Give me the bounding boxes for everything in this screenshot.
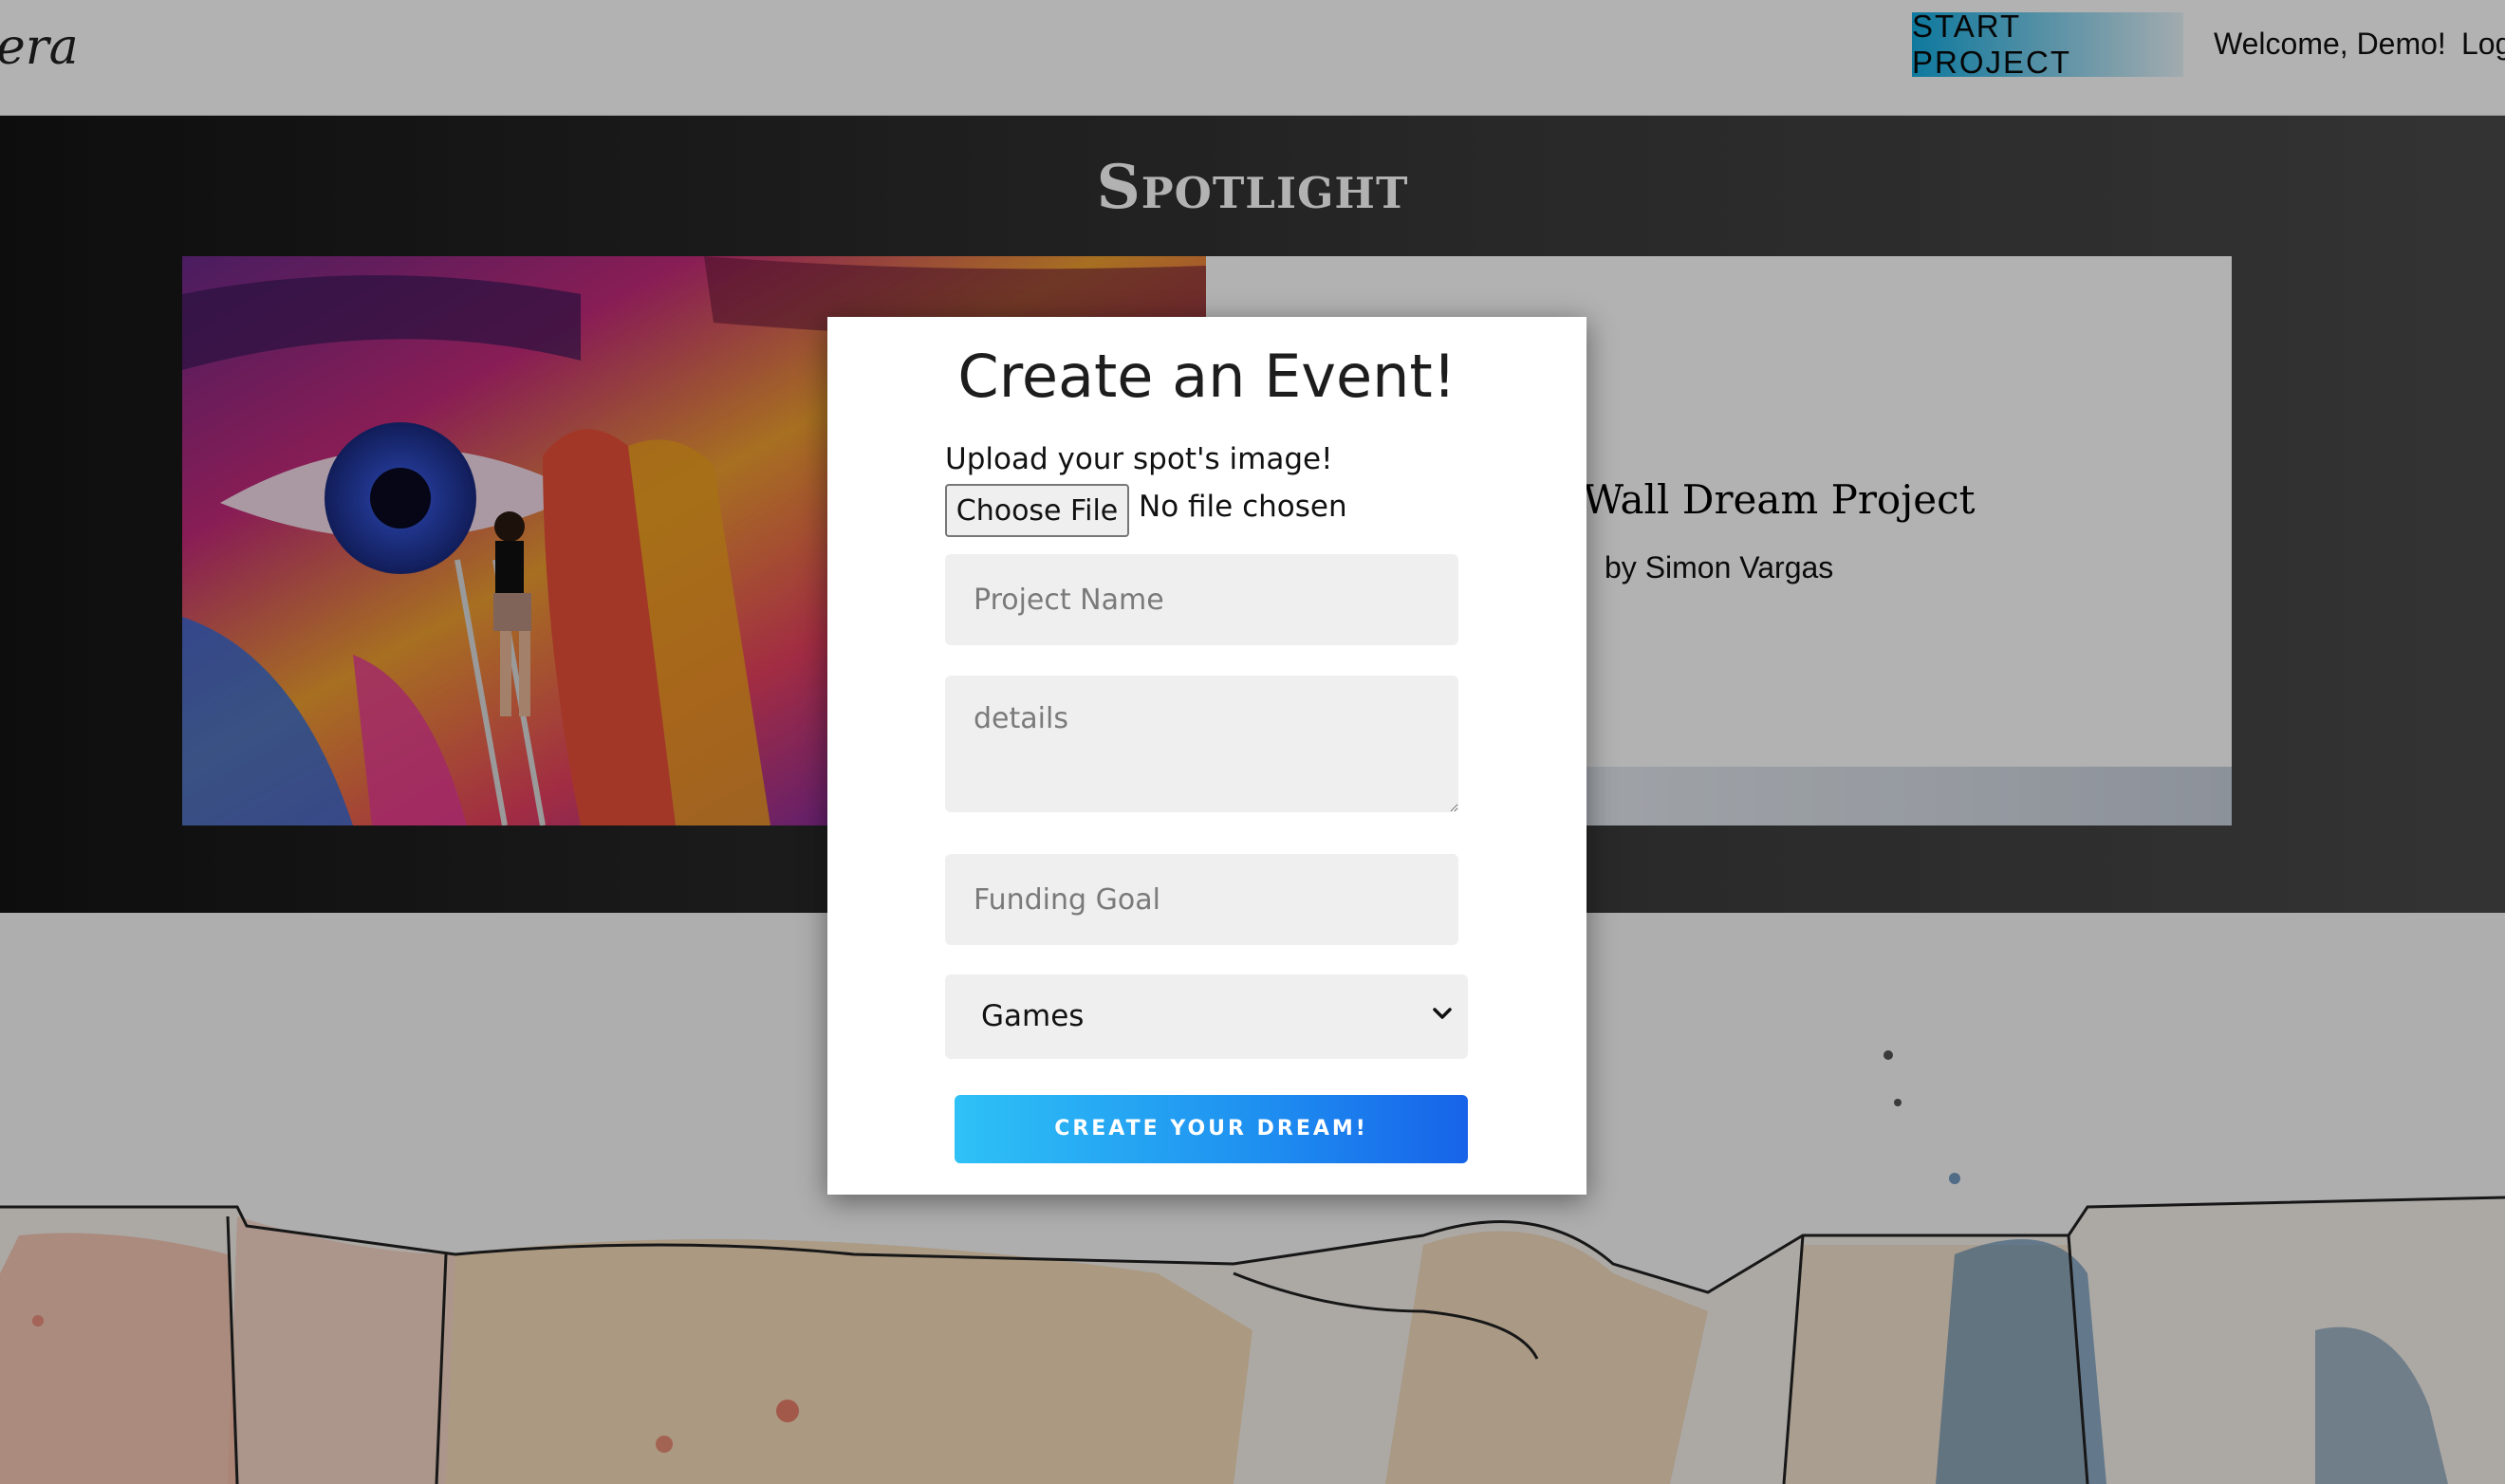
- create-dream-button[interactable]: CREATE YOUR DREAM!: [955, 1095, 1468, 1163]
- chevron-down-icon: [1433, 1008, 1452, 1019]
- funding-goal-input[interactable]: [945, 854, 1458, 945]
- modal-title: Create an Event!: [957, 342, 1457, 411]
- details-textarea[interactable]: [945, 676, 1458, 812]
- no-file-text: No file chosen: [1139, 490, 1347, 524]
- create-event-modal: Create an Event! Upload your spot's imag…: [827, 317, 1586, 1195]
- category-select[interactable]: Games: [945, 974, 1468, 1059]
- choose-file-button[interactable]: Choose File: [945, 484, 1129, 537]
- upload-label: Upload your spot's image!: [945, 442, 1333, 476]
- category-selected-value: Games: [981, 999, 1085, 1033]
- project-name-input[interactable]: [945, 554, 1458, 645]
